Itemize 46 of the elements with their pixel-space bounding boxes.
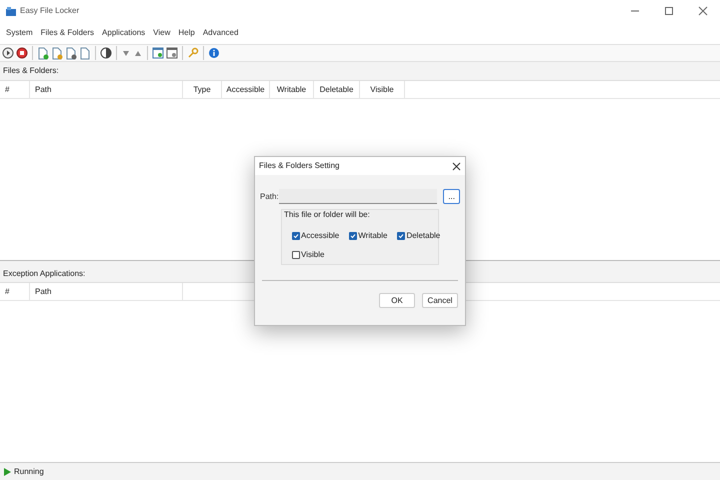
checkbox[interactable] bbox=[292, 251, 300, 259]
dialog-title: Files & Folders Setting bbox=[259, 160, 340, 172]
checkbox[interactable] bbox=[397, 232, 406, 240]
checkbox-label: Accessible bbox=[301, 230, 340, 242]
menu-item[interactable]: Files & Folders bbox=[40, 27, 94, 39]
close-icon[interactable] bbox=[698, 6, 708, 16]
column-header[interactable]: Path bbox=[30, 283, 183, 300]
stop-icon[interactable] bbox=[16, 47, 28, 59]
menu-item[interactable]: System bbox=[6, 27, 33, 39]
column-header[interactable]: # bbox=[0, 283, 30, 300]
column-header[interactable]: Accessible bbox=[222, 81, 270, 98]
menu-item[interactable]: Help bbox=[178, 27, 195, 39]
play-icon[interactable] bbox=[2, 47, 14, 59]
section-label: Files & Folders: bbox=[3, 65, 59, 77]
path-label: Path: bbox=[260, 190, 276, 202]
dialog-button[interactable]: OK bbox=[379, 293, 415, 308]
dialog-button[interactable]: Cancel bbox=[422, 293, 458, 308]
maximize-icon[interactable] bbox=[664, 6, 674, 16]
path-field[interactable] bbox=[279, 189, 438, 204]
close-icon[interactable] bbox=[452, 162, 461, 170]
checkbox-label: Deletable bbox=[406, 230, 440, 242]
column-header[interactable]: Deletable bbox=[314, 81, 360, 98]
menu-item[interactable]: Advanced bbox=[202, 27, 238, 39]
contrast-icon[interactable] bbox=[100, 47, 112, 59]
group-label: This file or folder will be: bbox=[284, 209, 371, 221]
column-header[interactable]: # bbox=[0, 81, 30, 98]
menu-item[interactable]: Applications bbox=[102, 27, 146, 39]
column-header[interactable]: Path bbox=[30, 81, 183, 98]
checkbox-label: Visible bbox=[301, 249, 324, 261]
move-down-icon[interactable] bbox=[121, 48, 131, 58]
section-label: Exception Applications: bbox=[3, 268, 86, 280]
window-icon[interactable] bbox=[152, 47, 164, 59]
play-icon bbox=[4, 468, 11, 476]
app-icon bbox=[6, 6, 16, 16]
column-header[interactable]: Type bbox=[183, 81, 222, 98]
checkbox-label: Writable bbox=[358, 230, 388, 242]
menu-item[interactable]: View bbox=[153, 27, 170, 39]
browse-button[interactable]: ... bbox=[443, 189, 460, 204]
add-file-icon[interactable] bbox=[37, 46, 49, 60]
info-icon[interactable] bbox=[208, 47, 220, 59]
column-header[interactable]: Writable bbox=[270, 81, 314, 98]
checkbox[interactable] bbox=[349, 232, 358, 240]
status-text: Running bbox=[14, 466, 44, 478]
column-header[interactable]: Visible bbox=[360, 81, 405, 98]
checkbox[interactable] bbox=[292, 232, 300, 240]
window-title: Easy File Locker bbox=[20, 5, 80, 17]
